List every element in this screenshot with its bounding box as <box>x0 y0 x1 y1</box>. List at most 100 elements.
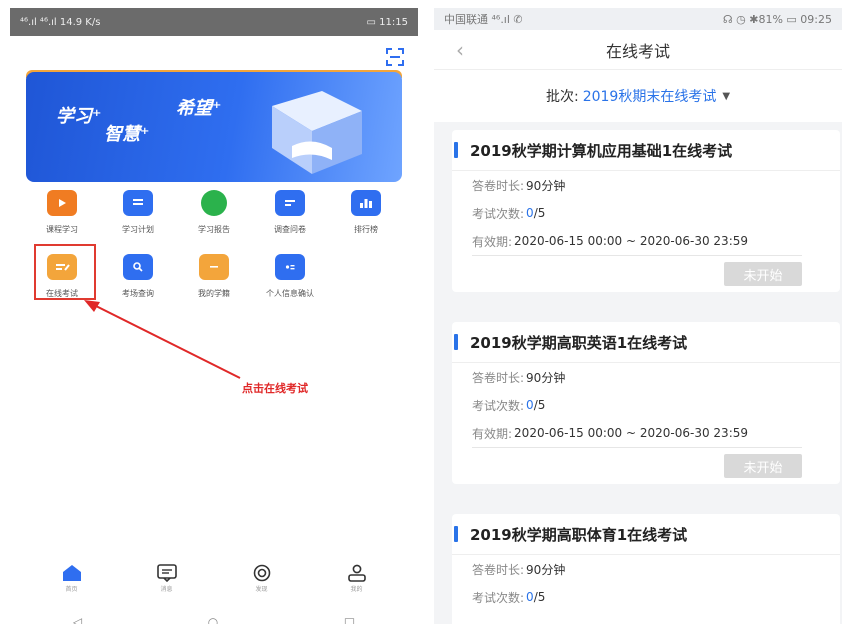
duration-value: 90分钟 <box>526 562 566 577</box>
attempts-total: /5 <box>533 590 546 604</box>
attempts-used: 0 <box>526 206 534 220</box>
exam-attempts: 考试次数: 0 /5 <box>472 391 820 419</box>
banner-slogan-3: 希望⁺ <box>176 98 222 119</box>
title-accent-bar <box>454 142 458 158</box>
validity-label: 有效期: <box>472 426 513 441</box>
exam-card-title: 2019秋学期高职体育1在线考试 <box>452 514 840 554</box>
attempts-label: 考试次数: <box>472 206 525 221</box>
attempts-used: 0 <box>526 398 534 412</box>
tab-label: 消息 <box>160 586 173 593</box>
status-left-signal: ⁴⁶.ıl ⁴⁶.ıl 14.9 K/s <box>20 16 101 28</box>
grid-item-ranking[interactable]: 排行榜 <box>328 190 404 235</box>
exam-card-body: 答卷时长: 90分钟 考试次数: 0 /5 有效期: 2020-06-15 00… <box>452 170 840 292</box>
nav-back-button[interactable]: ◁ <box>73 615 82 624</box>
duration-label: 答卷时长: <box>472 370 525 385</box>
title-accent-bar <box>454 334 458 350</box>
home-banner[interactable]: 学习⁺ 智慧⁺ 希望⁺ <box>26 72 402 182</box>
banner-slogan-2: 智慧⁺ <box>104 124 150 145</box>
grid-item-my-enrollment[interactable]: 我的学籍 <box>176 254 252 299</box>
status-left-right: ▭ 11:15 <box>366 16 408 28</box>
annotation-arrow-icon <box>84 300 241 379</box>
tab-label: 首页 <box>65 586 78 593</box>
online-exam-highlight-box <box>34 244 96 300</box>
left-phone-home: ⁴⁶.ıl ⁴⁶.ıl 14.9 K/s ▭ 11:15 学习⁺ 智慧⁺ 希望⁺ <box>10 8 418 624</box>
nav-home-button[interactable]: ○ <box>208 615 218 624</box>
grid-item-exam-room-query[interactable]: 考场查询 <box>100 254 176 299</box>
status-carrier: 中国联通 ⁴⁶.ıl ✆ <box>444 13 523 26</box>
grid-label: 学习报告 <box>198 225 230 234</box>
card-actions: 未开始 <box>472 448 820 484</box>
folder-icon <box>199 254 229 280</box>
not-started-button[interactable]: 未开始 <box>724 262 802 286</box>
attempts-label: 考试次数: <box>472 590 525 605</box>
exam-card-body: 答卷时长: 90分钟 考试次数: 0 /5 有效期: 2020-06-15 00… <box>452 362 840 484</box>
tab-home[interactable]: 首页 <box>42 564 102 604</box>
exam-card: 2019秋学期高职英语1在线考试 答卷时长: 90分钟 考试次数: 0 /5 有… <box>452 322 840 484</box>
list-icon <box>123 190 153 216</box>
right-phone-online-exam: 中国联通 ⁴⁶.ıl ✆ ☊ ◷ ✱81% ▭ 09:25 ‹ 在线考试 批次:… <box>434 8 842 624</box>
grid-item-study-plan[interactable]: 学习计划 <box>100 190 176 235</box>
batch-label: 批次: <box>545 89 579 105</box>
survey-icon <box>275 190 305 216</box>
validity-value: 2020-06-15 00:00 ~ 2020-06-30 23:59 <box>514 234 748 248</box>
attempts-used: 0 <box>526 590 534 604</box>
feature-grid-row-1: 课程学习 学习计划 学习报告 调查问卷 排行榜 <box>24 190 404 235</box>
attempts-total: /5 <box>533 398 546 412</box>
exam-validity: 有效期: 2020-06-15 00:00 ~ 2020-06-30 23:59 <box>472 419 820 447</box>
exam-duration: 答卷时长: 90分钟 <box>472 363 820 391</box>
grid-item-survey[interactable]: 调查问卷 <box>252 190 328 235</box>
search-exam-icon <box>123 254 153 280</box>
batch-value: 2019秋期末在线考试 <box>582 89 717 105</box>
exam-card-title: 2019秋学期计算机应用基础1在线考试 <box>452 130 840 170</box>
status-bar-right: 中国联通 ⁴⁶.ıl ✆ ☊ ◷ ✱81% ▭ 09:25 <box>434 8 842 30</box>
ranking-icon <box>351 190 381 216</box>
scan-icon[interactable] <box>386 48 404 66</box>
tab-profile[interactable]: 我的 <box>327 564 387 604</box>
home-icon <box>62 565 81 581</box>
pie-chart-icon <box>201 190 227 216</box>
validity-label: 有效期: <box>472 234 513 249</box>
grid-label: 个人信息确认 <box>266 289 314 298</box>
grid-item-course-study[interactable]: 课程学习 <box>24 190 100 235</box>
validity-value: 2020-06-15 00:00 ~ 2020-06-30 23:59 <box>514 426 748 440</box>
exam-attempts: 考试次数: 0 /5 <box>472 199 820 227</box>
tab-label: 发现 <box>255 586 268 593</box>
batch-selector[interactable]: 批次: 2019秋期末在线考试 ▼ <box>434 70 842 122</box>
status-bar-left: ⁴⁶.ıl ⁴⁶.ıl 14.9 K/s ▭ 11:15 <box>10 8 418 36</box>
back-button[interactable]: ‹ <box>456 38 464 62</box>
duration-value: 90分钟 <box>526 370 566 385</box>
page-title: 在线考试 <box>605 41 670 61</box>
exam-title: 2019秋学期高职体育1在线考试 <box>470 525 688 544</box>
banner-slogan-1: 学习⁺ <box>56 106 102 127</box>
exam-duration: 答卷时长: 90分钟 <box>472 171 820 199</box>
discover-icon <box>253 564 270 582</box>
status-right-info: ☊ ◷ ✱81% ▭ 09:25 <box>722 12 832 26</box>
page-header: ‹ 在线考试 <box>434 30 842 70</box>
grid-item-study-report[interactable]: 学习报告 <box>176 190 252 235</box>
grid-item-personal-info-confirm[interactable]: 个人信息确认 <box>252 254 328 299</box>
not-started-button[interactable]: 未开始 <box>724 454 802 478</box>
duration-label: 答卷时长: <box>472 178 525 193</box>
tab-discover[interactable]: 发现 <box>232 564 292 604</box>
tab-label: 我的 <box>350 586 363 593</box>
tab-message[interactable]: 消息 <box>137 564 197 604</box>
duration-value: 90分钟 <box>526 178 566 193</box>
system-nav-bar: ◁ ○ □ <box>10 612 418 624</box>
exam-card: 2019秋学期高职体育1在线考试 答卷时长: 90分钟 考试次数: 0 /5 <box>452 514 840 624</box>
exam-card: 2019秋学期计算机应用基础1在线考试 答卷时长: 90分钟 考试次数: 0 /… <box>452 130 840 292</box>
title-accent-bar <box>454 526 458 542</box>
duration-label: 答卷时长: <box>472 562 525 577</box>
card-actions: 未开始 <box>472 256 820 292</box>
screenshot-stage: ⁴⁶.ıl ⁴⁶.ıl 14.9 K/s ▭ 11:15 学习⁺ 智慧⁺ 希望⁺ <box>0 0 842 624</box>
annotation-text: 点击在线考试 <box>242 382 308 395</box>
play-icon <box>47 190 77 216</box>
bottom-tab-bar: 首页 消息 发现 我的 <box>24 564 404 604</box>
profile-icon <box>347 564 366 582</box>
grid-label: 调查问卷 <box>274 225 306 234</box>
message-icon <box>156 564 177 582</box>
nav-recent-button[interactable]: □ <box>344 615 355 624</box>
exam-validity: 有效期: 2020-06-15 00:00 ~ 2020-06-30 23:59 <box>472 227 820 255</box>
exam-duration: 答卷时长: 90分钟 <box>472 555 820 583</box>
attempts-total: /5 <box>533 206 546 220</box>
attempts-label: 考试次数: <box>472 398 525 413</box>
